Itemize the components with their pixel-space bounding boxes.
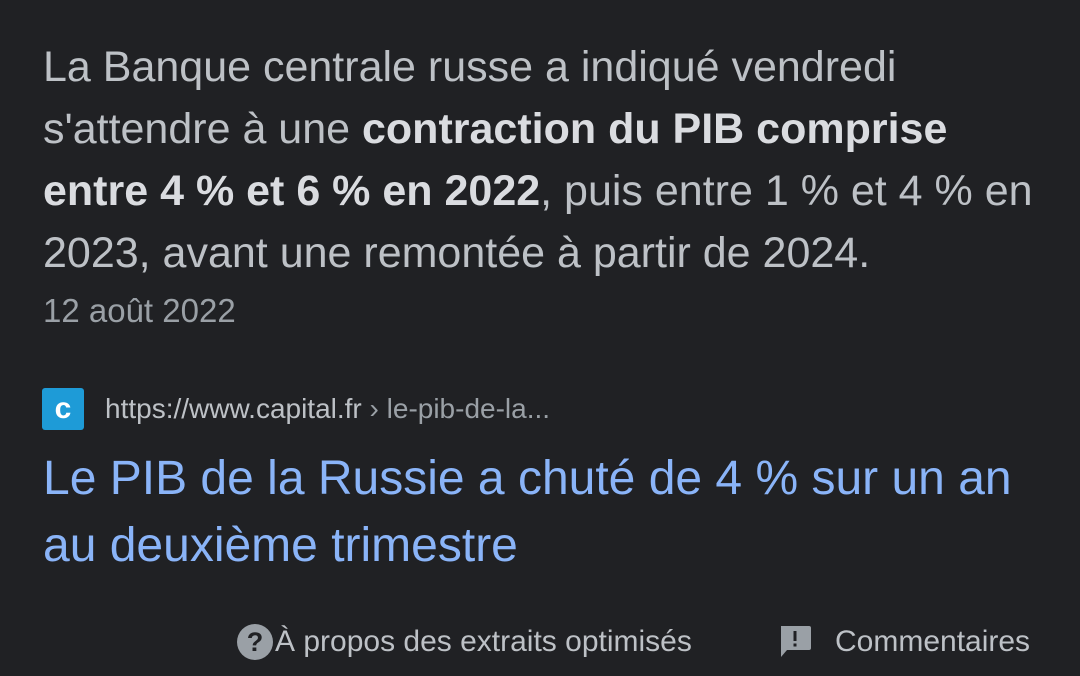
help-icon-glyph: ? — [246, 626, 264, 657]
result-title-link[interactable]: Le PIB de la Russie a chuté de 4 % sur u… — [43, 445, 1053, 579]
result-url[interactable]: https://www.capital.fr › le-pib-de-la... — [105, 393, 550, 425]
feedback-button[interactable]: Commentaires — [778, 624, 1030, 660]
snippet-date: 12 août 2022 — [43, 292, 236, 329]
snippet-footer: ? À propos des extraits optimisés Commen… — [0, 620, 1080, 666]
featured-snippet-text: La Banque centrale russe a indiqué vendr… — [43, 36, 1043, 284]
site-favicon-icon: c — [42, 388, 84, 430]
url-path: › le-pib-de-la... — [361, 393, 551, 424]
feedback-icon — [781, 626, 811, 657]
favicon-letter: c — [54, 392, 72, 425]
feedback-label: Commentaires — [835, 625, 1031, 658]
question-circle-icon: ? — [237, 624, 273, 660]
result-source[interactable]: c https://www.capital.fr › le-pib-de-la.… — [42, 388, 550, 430]
url-domain: https://www.capital.fr — [105, 393, 362, 424]
about-featured-snippets-link[interactable]: ? À propos des extraits optimisés — [237, 624, 692, 660]
about-label: À propos des extraits optimisés — [275, 625, 692, 658]
